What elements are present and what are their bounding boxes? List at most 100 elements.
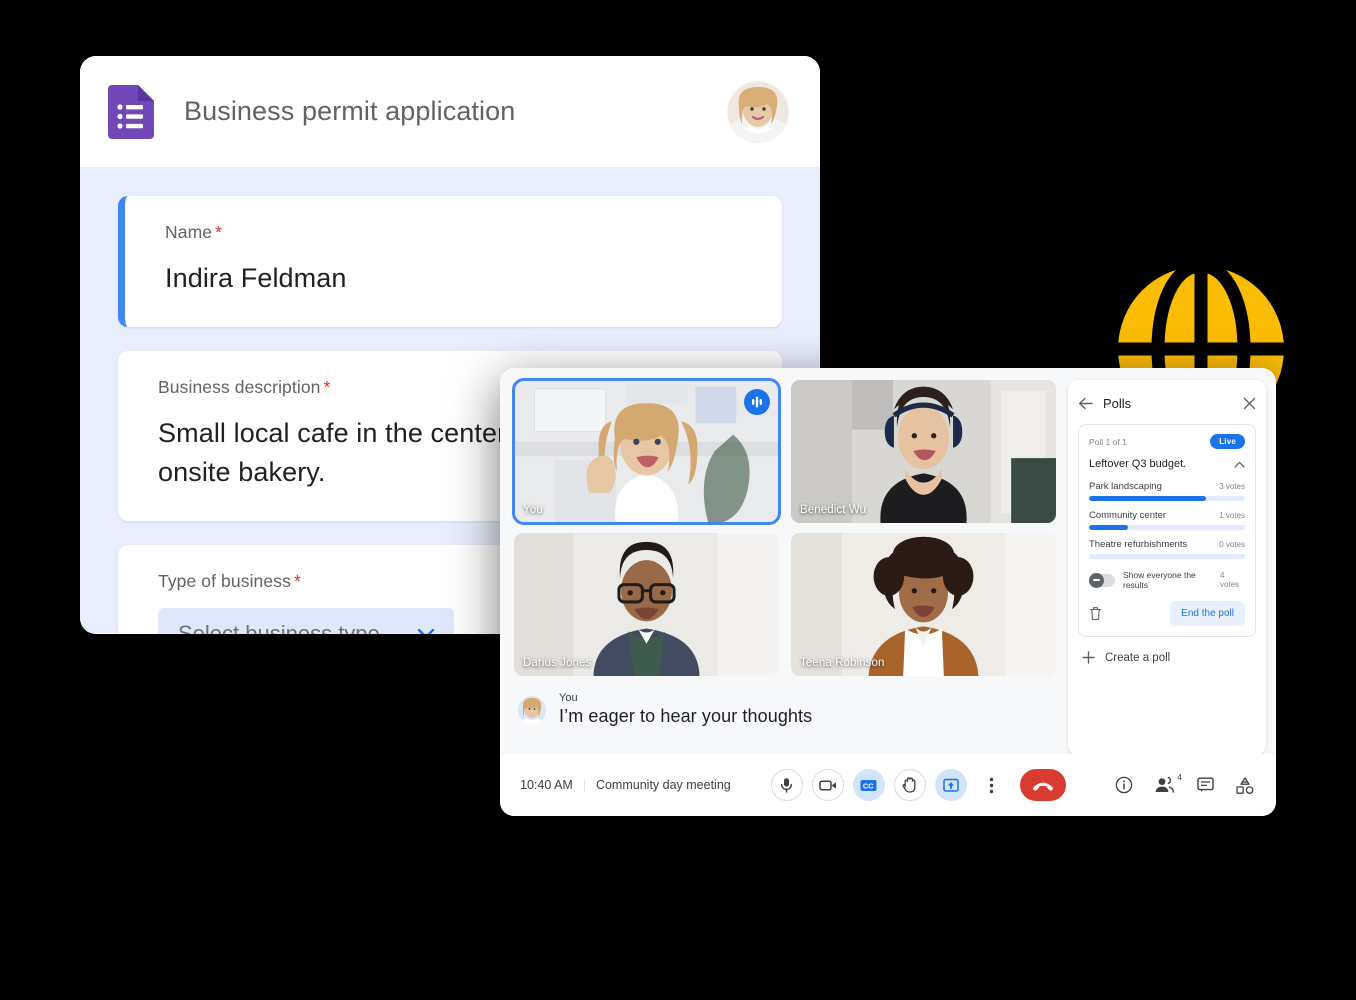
meet-bottom-bar: 10:40 AM | Community day meeting CC 4 bbox=[500, 754, 1276, 816]
poll-option-bar bbox=[1089, 496, 1245, 501]
poll-option-votes: 1 votes bbox=[1219, 511, 1245, 520]
show-results-row[interactable]: Show everyone the results 4 votes bbox=[1089, 570, 1245, 590]
poll-option-row: Park landscaping 3 votes bbox=[1089, 481, 1245, 492]
present-button[interactable] bbox=[934, 769, 967, 801]
toggle-knob bbox=[1089, 572, 1104, 588]
close-icon[interactable] bbox=[1243, 397, 1256, 410]
meeting-time: 10:40 AM bbox=[520, 778, 573, 792]
arrow-back-icon[interactable] bbox=[1078, 397, 1093, 410]
poll-question: Leftover Q3 budget. bbox=[1089, 458, 1187, 470]
raised-hand-icon bbox=[902, 777, 916, 793]
tile-name-label: You bbox=[523, 504, 543, 516]
poll-index-label: Poll 1 of 1 bbox=[1089, 436, 1127, 447]
video-tile-benedict-wu[interactable]: Benedict Wu bbox=[791, 380, 1056, 523]
camera-button[interactable] bbox=[811, 769, 844, 801]
poll-option-bar-fill bbox=[1089, 525, 1128, 530]
google-forms-icon bbox=[108, 84, 154, 139]
more-options-button[interactable] bbox=[975, 769, 1008, 801]
video-tile-teena-robinson[interactable]: Teena Robinson bbox=[791, 533, 1056, 676]
video-feed-benedict-wu bbox=[791, 380, 1056, 523]
poll-option-label: Theatre refurbishments bbox=[1089, 539, 1188, 550]
video-tile-darius-jones[interactable]: Darius Jones bbox=[514, 533, 779, 676]
bar-separator: | bbox=[582, 778, 586, 792]
show-results-toggle[interactable] bbox=[1089, 572, 1115, 588]
tile-name-label: Teena Robinson bbox=[800, 657, 885, 669]
poll-actions: End the poll bbox=[1089, 601, 1245, 626]
polls-header: Polls bbox=[1078, 390, 1256, 416]
chat-bubble-icon[interactable] bbox=[1197, 777, 1214, 793]
poll-option: Community center 1 votes bbox=[1089, 510, 1245, 530]
avatar[interactable] bbox=[728, 81, 788, 142]
chevron-up-icon[interactable] bbox=[1234, 461, 1245, 468]
video-feed-teena-robinson bbox=[791, 533, 1056, 676]
participants-button[interactable]: 4 bbox=[1155, 772, 1182, 793]
video-tile-you[interactable]: You bbox=[512, 378, 781, 525]
business-type-placeholder: Select business type bbox=[178, 620, 380, 634]
caption-text: I’m eager to hear your thoughts bbox=[559, 706, 813, 726]
trash-icon[interactable] bbox=[1089, 606, 1102, 621]
poll-option-label: Community center bbox=[1089, 510, 1167, 521]
required-marker: * bbox=[293, 570, 301, 591]
required-marker: * bbox=[323, 377, 331, 398]
show-results-label: Show everyone the results bbox=[1123, 570, 1196, 590]
meet-main-area: You Benedict Wu Darius Jones Teena Robin… bbox=[500, 368, 1276, 755]
poll-option-label: Park landscaping bbox=[1089, 481, 1162, 492]
poll-option-bar-fill bbox=[1089, 496, 1206, 501]
activities-shapes-icon[interactable] bbox=[1236, 776, 1254, 794]
svg-text:CC: CC bbox=[863, 781, 874, 790]
present-screen-icon bbox=[942, 778, 959, 792]
polls-title: Polls bbox=[1103, 395, 1132, 411]
polls-panel: Polls Poll 1 of 1 Live Leftover Q3 budge… bbox=[1068, 380, 1266, 755]
video-tiles-column: You Benedict Wu Darius Jones Teena Robin… bbox=[512, 378, 1056, 740]
form-field-name[interactable]: Name * Indira Feldman bbox=[118, 196, 782, 328]
end-poll-button[interactable]: End the poll bbox=[1170, 601, 1245, 626]
poll-card: Poll 1 of 1 Live Leftover Q3 budget. Par… bbox=[1078, 424, 1256, 637]
caption-speaker: You bbox=[559, 692, 578, 704]
poll-meta: Poll 1 of 1 Live bbox=[1089, 434, 1245, 449]
closed-captions-icon: CC bbox=[860, 779, 877, 791]
caption-avatar-image bbox=[518, 696, 546, 724]
field-label-name: Name * bbox=[165, 222, 742, 243]
microphone-icon bbox=[781, 778, 793, 793]
video-feed-you bbox=[514, 380, 779, 523]
caption-content: You I’m eager to hear your thoughts bbox=[559, 692, 812, 727]
poll-option-row: Theatre refurbishments 0 votes bbox=[1089, 539, 1245, 550]
tile-name-label: Benedict Wu bbox=[800, 504, 867, 516]
field-value-name[interactable]: Indira Feldman bbox=[165, 259, 742, 297]
create-poll-button[interactable]: Create a poll bbox=[1078, 651, 1256, 664]
more-vertical-icon bbox=[990, 777, 994, 793]
poll-option-votes: 0 votes bbox=[1219, 540, 1245, 549]
label-text: Name bbox=[165, 222, 213, 242]
raise-hand-button[interactable] bbox=[893, 769, 926, 801]
plus-icon bbox=[1082, 651, 1095, 664]
video-feed-darius-jones bbox=[514, 533, 779, 676]
poll-option-bar bbox=[1089, 554, 1245, 559]
screenshot-stage: Business permit application Name * Indir… bbox=[0, 0, 1356, 1000]
tile-name-label: Darius Jones bbox=[523, 657, 592, 669]
meeting-name: Community day meeting bbox=[595, 778, 731, 792]
info-icon[interactable] bbox=[1115, 776, 1133, 794]
poll-question-row[interactable]: Leftover Q3 budget. bbox=[1089, 458, 1245, 470]
people-icon bbox=[1155, 777, 1175, 793]
status-badge: Live bbox=[1210, 434, 1245, 449]
captions-button[interactable]: CC bbox=[852, 769, 885, 801]
business-type-select[interactable]: Select business type bbox=[158, 607, 454, 634]
poll-option-votes: 3 votes bbox=[1219, 482, 1245, 491]
video-camera-off-icon bbox=[818, 779, 836, 791]
avatar-image bbox=[728, 81, 788, 142]
meeting-right-controls: 4 bbox=[1115, 772, 1254, 794]
caption-avatar bbox=[518, 696, 546, 724]
phone-hangup-icon bbox=[1032, 782, 1053, 791]
page-title: Business permit application bbox=[184, 96, 516, 126]
microphone-button[interactable] bbox=[770, 769, 803, 801]
poll-option-bar bbox=[1089, 525, 1245, 530]
poll-option-row: Community center 1 votes bbox=[1089, 510, 1245, 521]
chevron-down-icon bbox=[417, 629, 435, 634]
caption-row: You I’m eager to hear your thoughts bbox=[514, 676, 1056, 727]
poll-option: Theatre refurbishments 0 votes bbox=[1089, 539, 1245, 559]
label-text: Business description bbox=[158, 377, 321, 398]
end-call-button[interactable] bbox=[1019, 769, 1066, 801]
audio-level-icon bbox=[744, 389, 770, 415]
poll-total-votes: 4 votes bbox=[1220, 571, 1240, 589]
poll-option: Park landscaping 3 votes bbox=[1089, 481, 1245, 501]
